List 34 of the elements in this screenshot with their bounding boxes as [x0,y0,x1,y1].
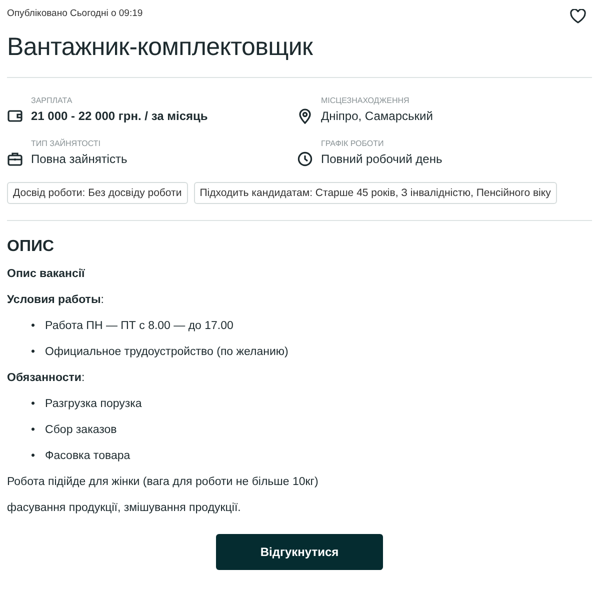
subheading: Опис вакансії [7,268,86,280]
list-item: Работа ПН — ПТ с 8.00 — до 17.00 [45,320,234,332]
list-item: Официальное трудоустройство (по желанию) [45,346,288,358]
subheading: Условия работы: [7,294,105,306]
list-item: Фасовка товара [45,450,130,462]
fact-value: 21 000 - 22 000 грн. / за місяць [31,108,208,122]
heart-icon[interactable] [570,9,586,24]
briefcase-icon [7,151,23,167]
wallet-icon [7,108,23,124]
published-date: Опубліковано Сьогодні о 09:19 [7,8,143,19]
bullet: • [31,424,36,436]
bullet: • [31,320,36,332]
paragraph: фасування продукції, змішування продукції. [7,502,242,514]
tag: Досвід роботи: Без досвіду роботи [7,182,188,204]
bullet: • [31,398,36,410]
fact-label: ЗАРПЛАТА [31,96,74,104]
fact-label: МІСЦЕЗНАХОДЖЕННЯ [321,96,410,104]
fact-label: ТИП ЗАЙНЯТОСТІ [31,138,102,148]
tag: Підходить кандидатам: Старше 45 років, З інвалідністю, Пенсійного віку [194,182,557,204]
bullet: • [31,450,36,462]
bullet: • [31,346,36,358]
apply-button[interactable]: Відгукнутися [216,534,383,570]
subheading: Обязанности: [7,372,86,384]
location-pin-icon [297,108,313,124]
fact-value: Повна зайнятість [31,152,128,166]
paragraph: Робота підійде для жінки (вага для роботи не більше 10кг) [7,476,320,488]
clock-icon [297,151,313,167]
list-item: Сбор заказов [45,424,117,436]
job-title: Вантажник-комплектовщик [7,33,314,62]
fact-value: Дніпро, Самарський [321,108,433,122]
section-heading: ОПИС [7,238,55,256]
fact-value: Повний робочий день [321,152,442,166]
list-item: Разгрузка порузка [45,398,142,410]
fact-label: ГРАФІК РОБОТИ [321,138,385,148]
